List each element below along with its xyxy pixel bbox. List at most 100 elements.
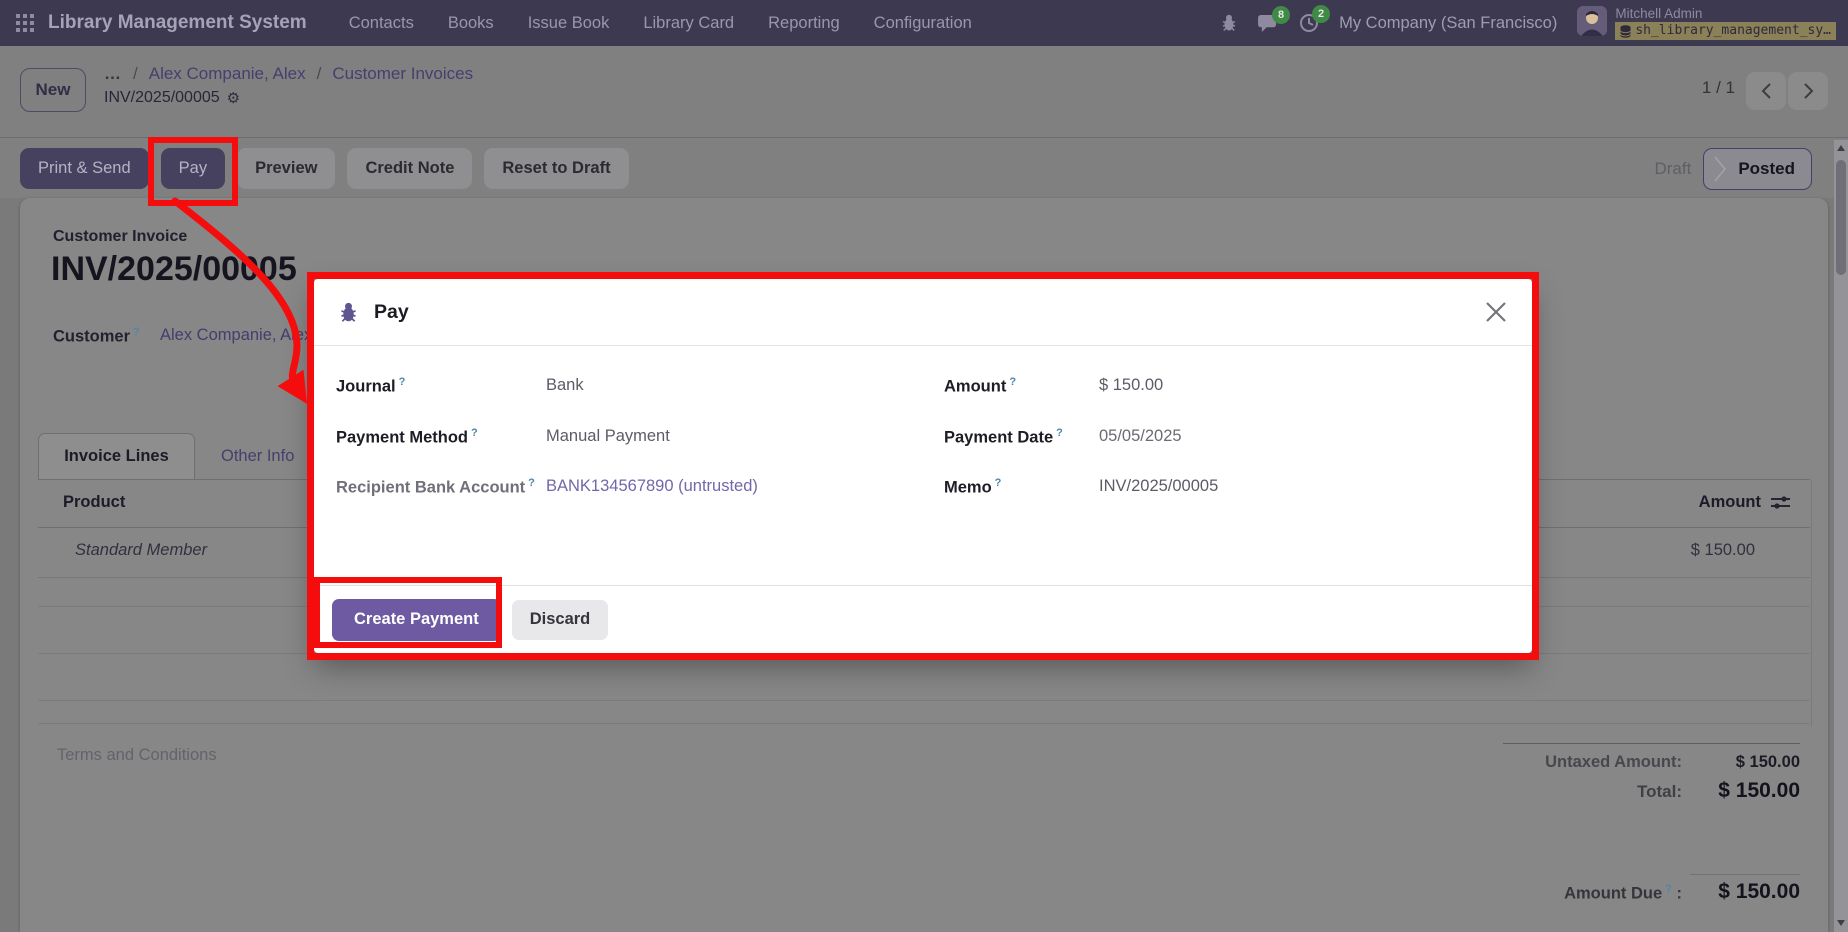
- customer-label: Customer: [53, 328, 130, 346]
- tab-invoice-lines[interactable]: Invoice Lines: [38, 433, 195, 479]
- scroll-up-arrow[interactable]: [1837, 145, 1845, 151]
- apps-grid-icon[interactable]: [16, 14, 34, 32]
- database-icon: [1620, 25, 1631, 38]
- dialog-title: Pay: [374, 301, 409, 324]
- help-icon: ?: [528, 477, 535, 489]
- tab-other-info[interactable]: Other Info: [195, 433, 320, 479]
- invoice-type-label: Customer Invoice: [53, 228, 187, 246]
- vertical-scrollbar[interactable]: [1834, 140, 1848, 932]
- menu-books[interactable]: Books: [448, 14, 494, 33]
- menu-contacts[interactable]: Contacts: [349, 14, 414, 33]
- amount-value[interactable]: $ 150.00: [1099, 376, 1510, 395]
- empty-row-line: [38, 700, 1810, 701]
- bug-icon: [338, 302, 359, 323]
- reset-to-draft-button[interactable]: Reset to Draft: [484, 148, 628, 189]
- terms-placeholder[interactable]: Terms and Conditions: [57, 746, 217, 765]
- panel-divider: [0, 137, 1848, 138]
- messages-badge: 8: [1272, 6, 1290, 24]
- preview-button[interactable]: Preview: [237, 148, 335, 189]
- total-label: Total:: [1503, 782, 1688, 802]
- payment-method-label: Payment Method: [336, 428, 468, 446]
- menu-issue-book[interactable]: Issue Book: [528, 14, 610, 33]
- breadcrumb-link-partner[interactable]: Alex Companie, Alex: [149, 64, 306, 84]
- statusbar-chevron-icon: [1714, 156, 1726, 182]
- invoice-number: INV/2025/00005: [51, 250, 297, 289]
- close-icon[interactable]: [1484, 300, 1508, 324]
- breadcrumb: … / Alex Companie, Alex / Customer Invoi…: [104, 64, 473, 107]
- create-payment-button[interactable]: Create Payment: [332, 599, 501, 641]
- dialog-footer: Create Payment Discard: [314, 585, 1532, 653]
- pay-dialog: Pay Journal? Bank Amount? $ 150.00 Payme…: [314, 279, 1532, 653]
- payment-date-value[interactable]: 05/05/2025: [1099, 427, 1510, 446]
- untaxed-amount-value: $ 150.00: [1688, 753, 1800, 772]
- cell-amount: $ 150.00: [1691, 541, 1755, 560]
- pay-button[interactable]: Pay: [161, 148, 225, 189]
- amount-due-block: Amount Due? : $ 150.00: [1503, 874, 1800, 904]
- menu-library-card[interactable]: Library Card: [643, 14, 734, 33]
- pager-next-button[interactable]: [1788, 72, 1828, 110]
- dialog-header: Pay: [314, 279, 1532, 346]
- database-badge: sh_library_management_sy…: [1615, 22, 1836, 40]
- chevron-right-icon: [1803, 83, 1814, 99]
- messages-icon[interactable]: 8: [1258, 14, 1279, 33]
- new-button[interactable]: New: [20, 68, 86, 112]
- pager-previous-button[interactable]: [1746, 72, 1786, 110]
- memo-value[interactable]: INV/2025/00005: [1099, 477, 1510, 496]
- help-icon: ?: [399, 376, 406, 388]
- amount-label: Amount: [944, 378, 1006, 396]
- total-value: $ 150.00: [1688, 779, 1800, 803]
- help-icon: ?: [995, 477, 1002, 489]
- customer-value-link[interactable]: Alex Companie, Alex: [160, 326, 310, 347]
- sliders-icon[interactable]: [1771, 495, 1790, 510]
- gear-icon[interactable]: ⚙: [227, 89, 240, 107]
- untaxed-amount-label: Untaxed Amount:: [1503, 753, 1688, 772]
- journal-label: Journal: [336, 378, 396, 396]
- menu-configuration[interactable]: Configuration: [874, 14, 972, 33]
- dialog-body: Journal? Bank Amount? $ 150.00 Payment M…: [314, 346, 1532, 508]
- main-menu: Contacts Books Issue Book Library Card R…: [349, 14, 972, 33]
- pager-count: 1 / 1: [1702, 78, 1735, 98]
- statusbar: Draft Posted: [1654, 148, 1812, 190]
- journal-value[interactable]: Bank: [546, 376, 944, 395]
- totals-block: Untaxed Amount: $ 150.00 Total: $ 150.00: [1503, 743, 1800, 810]
- column-header-amount[interactable]: Amount: [1699, 493, 1790, 512]
- breadcrumb-ellipsis[interactable]: …: [104, 64, 122, 84]
- recipient-bank-value-link[interactable]: BANK134567890 (untrusted): [546, 477, 944, 496]
- activities-clock-icon[interactable]: 2: [1299, 13, 1319, 33]
- amount-due-value: $ 150.00: [1688, 880, 1800, 904]
- help-icon: ?: [1009, 376, 1016, 388]
- recipient-bank-label: Recipient Bank Account: [336, 479, 525, 497]
- breadcrumb-current: INV/2025/00005: [104, 89, 220, 107]
- chevron-left-icon: [1761, 83, 1772, 99]
- credit-note-button[interactable]: Credit Note: [347, 148, 472, 189]
- user-name: Mitchell Admin: [1615, 6, 1836, 22]
- status-draft[interactable]: Draft: [1654, 159, 1691, 179]
- memo-label: Memo: [944, 479, 992, 497]
- table-end-line: [38, 723, 1810, 724]
- discard-button[interactable]: Discard: [512, 600, 609, 640]
- user-menu[interactable]: Mitchell Admin sh_library_management_sy…: [1577, 6, 1836, 41]
- control-panel: New … / Alex Companie, Alex / Customer I…: [0, 46, 1848, 198]
- payment-date-label: Payment Date: [944, 428, 1053, 446]
- breadcrumb-link-invoices[interactable]: Customer Invoices: [332, 64, 473, 84]
- app-title[interactable]: Library Management System: [48, 12, 307, 34]
- scroll-down-arrow[interactable]: [1837, 920, 1845, 926]
- print-send-button[interactable]: Print & Send: [20, 148, 149, 189]
- status-posted[interactable]: Posted: [1703, 148, 1812, 190]
- company-switcher[interactable]: My Company (San Francisco): [1339, 14, 1557, 33]
- scrollbar-thumb[interactable]: [1836, 160, 1846, 275]
- payment-method-value[interactable]: Manual Payment: [546, 427, 944, 446]
- top-navbar: Library Management System Contacts Books…: [0, 0, 1848, 46]
- help-icon: ?: [1056, 427, 1063, 439]
- customer-field-row: Customer? Alex Companie, Alex: [53, 326, 310, 347]
- bug-icon[interactable]: [1220, 14, 1238, 32]
- cell-product: Standard Member: [75, 541, 207, 560]
- help-icon: ?: [471, 427, 478, 439]
- help-icon: ?: [133, 326, 140, 338]
- app-window: Library Management System Contacts Books…: [0, 0, 1848, 932]
- column-header-product[interactable]: Product: [63, 493, 125, 512]
- action-buttons: Print & Send Pay Preview Credit Note Res…: [20, 148, 629, 189]
- column-divider: [1811, 480, 1812, 726]
- menu-reporting[interactable]: Reporting: [768, 14, 840, 33]
- amount-due-label: Amount Due: [1564, 884, 1662, 902]
